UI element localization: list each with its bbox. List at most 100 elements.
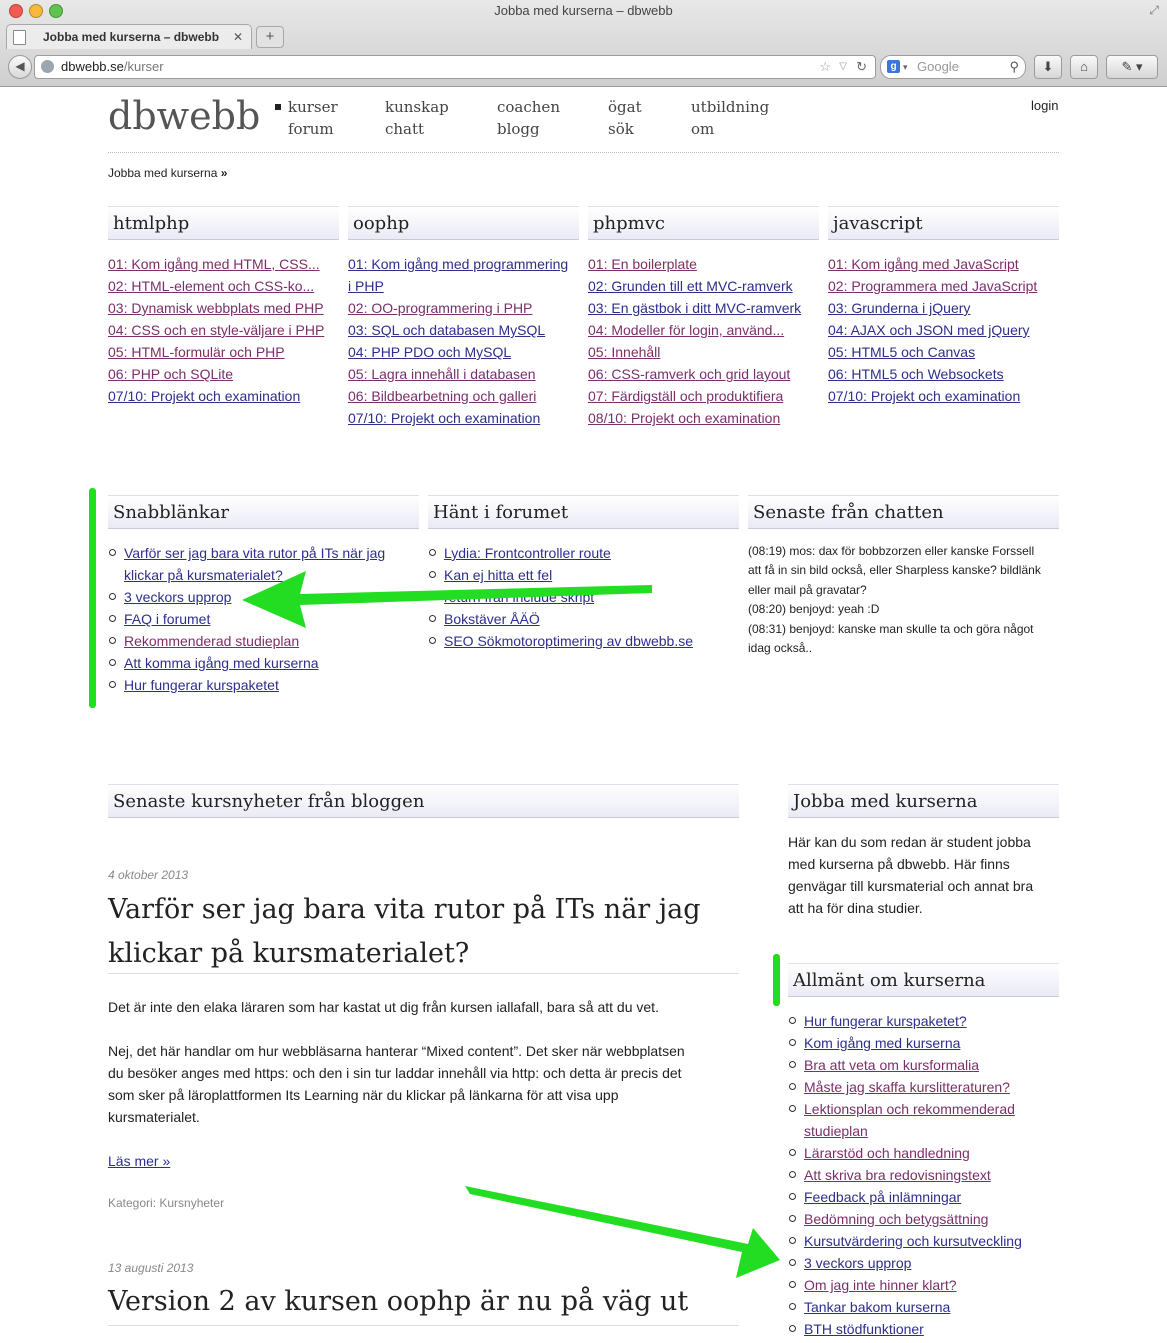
course-link[interactable]: 02: OO-programmering i PHP xyxy=(348,300,532,316)
read-more-link[interactable]: Läs mer » xyxy=(108,1153,170,1169)
sidebar-link-upprop[interactable]: 3 veckors upprop xyxy=(804,1255,911,1271)
sidebar-link[interactable]: Kom igång med kurserna xyxy=(804,1035,960,1051)
quicklink[interactable]: Varför ser jag bara vita rutor på ITs nä… xyxy=(124,545,385,561)
home-button[interactable]: ⌂ xyxy=(1070,55,1098,79)
course-link[interactable]: 01: En boilerplate xyxy=(588,256,697,272)
quicklink[interactable]: Rekommenderad studieplan xyxy=(124,633,299,649)
search-icon[interactable]: ⚲ xyxy=(1009,56,1019,78)
sidebar-link[interactable]: Lärarstöd och handledning xyxy=(804,1145,970,1161)
list-item: Tankar bakom kurserna xyxy=(788,1296,1022,1318)
course-link[interactable]: 01: Kom igång med programmering xyxy=(348,256,568,272)
forum-link[interactable]: SEO Sökmotoroptimering av dbwebb.se xyxy=(444,633,693,649)
post-title[interactable]: Version 2 av kursen oophp är nu på väg u… xyxy=(108,1280,688,1324)
forum-link[interactable]: return från include skript xyxy=(444,589,594,605)
course-link[interactable]: 05: HTML5 och Canvas xyxy=(828,344,975,360)
quicklink[interactable]: Hur fungerar kurspaketet xyxy=(124,677,279,693)
course-link[interactable]: 05: Innehåll xyxy=(588,344,660,360)
course-link[interactable]: 04: CSS och en style-väljare i PHP xyxy=(108,322,324,338)
engine-dropdown-icon[interactable]: ▾ xyxy=(903,56,908,78)
nav-kurser[interactable]: kurser xyxy=(275,96,338,118)
sidebar-link[interactable]: Att skriva bra redovisningstext xyxy=(804,1167,991,1183)
close-tab-icon[interactable]: ✕ xyxy=(233,25,243,49)
sidebar-link[interactable]: Hur fungerar kurspaketet? xyxy=(804,1013,967,1029)
nav-utbildning[interactable]: utbildning xyxy=(691,96,769,118)
course-link[interactable]: 06: Bildbearbetning och galleri xyxy=(348,388,536,404)
site-logo[interactable]: dbwebb xyxy=(108,94,260,138)
course-link[interactable]: i PHP xyxy=(348,278,384,294)
breadcrumb-item[interactable]: Jobba med kurserna xyxy=(108,166,217,180)
download-button[interactable]: ⬇ xyxy=(1034,55,1062,79)
course-link[interactable]: 07/10: Projekt och examination xyxy=(828,388,1020,404)
course-links-htmlphp: 01: Kom igång med HTML, CSS... 02: HTML-… xyxy=(108,253,324,407)
sidebar-link[interactable]: BTH stödfunktioner xyxy=(804,1321,924,1337)
close-window-button[interactable] xyxy=(9,4,23,18)
course-link[interactable]: 05: Lagra innehåll i databasen xyxy=(348,366,536,382)
nav-om[interactable]: om xyxy=(691,118,714,140)
list-item: Lärarstöd och handledning xyxy=(788,1142,1022,1164)
sidebar-link[interactable]: studieplan xyxy=(804,1123,868,1139)
course-link[interactable]: 05: HTML-formulär och PHP xyxy=(108,344,285,360)
sidebar-link[interactable]: Tankar bakom kurserna xyxy=(804,1299,950,1315)
reload-icon[interactable]: ↻ xyxy=(856,56,867,78)
course-link[interactable]: 03: En gästbok i ditt MVC-ramverk xyxy=(588,300,801,316)
nav-forum[interactable]: forum xyxy=(288,118,334,140)
forum-link[interactable]: Bokstäver ÅÄÖ xyxy=(444,611,540,627)
list-item: studieplan xyxy=(788,1120,1022,1142)
post-title[interactable]: Varför ser jag bara vita rutor på ITs nä… xyxy=(108,888,701,976)
sidebar-link[interactable]: Feedback på inlämningar xyxy=(804,1189,961,1205)
browser-tab[interactable]: Jobba med kurserna – dbwebb ✕ xyxy=(6,24,252,49)
google-icon[interactable]: g xyxy=(887,60,900,73)
sidebar-link[interactable]: Måste jag skaffa kurslitteraturen? xyxy=(804,1079,1010,1095)
search-box[interactable]: g ▾ Google ⚲ xyxy=(880,55,1026,79)
quicklink[interactable]: Att komma igång med kurserna xyxy=(124,655,319,671)
nav-chatt[interactable]: chatt xyxy=(385,118,424,140)
course-link[interactable]: 03: Dynamisk webbplats med PHP xyxy=(108,300,324,316)
zoom-window-button[interactable] xyxy=(49,4,63,18)
course-link[interactable]: 07/10: Projekt och examination xyxy=(348,410,540,426)
url-bar[interactable]: dbwebb.se/kurser ☆ ▽ ↻ xyxy=(34,55,876,79)
course-link[interactable]: 06: CSS-ramverk och grid layout xyxy=(588,366,790,382)
course-link[interactable]: 04: PHP PDO och MySQL xyxy=(348,344,511,360)
nav-ogat[interactable]: ögat xyxy=(608,96,642,118)
course-link[interactable]: 04: AJAX och JSON med jQuery xyxy=(828,322,1030,338)
sidebar-link[interactable]: Lektionsplan och rekommenderad xyxy=(804,1101,1015,1117)
back-button[interactable]: ◀ xyxy=(8,55,32,79)
new-tab-button[interactable]: + xyxy=(256,26,284,48)
bookmark-star-icon[interactable]: ☆ xyxy=(819,56,831,78)
course-link[interactable]: 07/10: Projekt och examination xyxy=(108,388,300,404)
course-link[interactable]: 08/10: Projekt och examination xyxy=(588,410,780,426)
course-link[interactable]: 04: Modeller för login, använd... xyxy=(588,322,784,338)
course-link[interactable]: 06: PHP och SQLite xyxy=(108,366,233,382)
tools-button[interactable]: ✎ ▾ xyxy=(1106,55,1158,79)
course-link[interactable]: 02: Grunden till ett MVC-ramverk xyxy=(588,278,793,294)
fullscreen-icon[interactable]: ⤢ xyxy=(1149,3,1159,18)
course-link[interactable]: 02: HTML-element och CSS-ko... xyxy=(108,278,314,294)
list-item: Varför ser jag bara vita rutor på ITs nä… xyxy=(108,542,385,564)
quicklink[interactable]: klickar på kursmaterialet? xyxy=(124,567,283,583)
sidebar-link[interactable]: Bra att veta om kursformalia xyxy=(804,1057,979,1073)
nav-kunskap[interactable]: kunskap xyxy=(385,96,449,118)
quicklink-upprop[interactable]: 3 veckors upprop xyxy=(124,589,231,605)
course-link[interactable]: 01: Kom igång med JavaScript xyxy=(828,256,1019,272)
course-link[interactable]: 06: HTML5 och Websockets xyxy=(828,366,1004,382)
nav-sok[interactable]: sök xyxy=(608,118,634,140)
minimize-window-button[interactable] xyxy=(29,4,43,18)
history-dropdown-icon[interactable]: ▽ xyxy=(839,56,847,78)
forum-link[interactable]: Lydia: Frontcontroller route xyxy=(444,545,611,561)
forum-link[interactable]: Kan ej hitta ett fel xyxy=(444,567,552,583)
annotation-bar xyxy=(89,488,96,708)
course-link[interactable]: 07: Färdigställ och produktifiera xyxy=(588,388,783,404)
login-link[interactable]: login xyxy=(1031,98,1058,113)
nav-blogg[interactable]: blogg xyxy=(497,118,540,140)
course-link[interactable]: 03: Grunderna i jQuery xyxy=(828,300,970,316)
sidebar-link[interactable]: Bedömning och betygsättning xyxy=(804,1211,988,1227)
course-heading-javascript: javascript xyxy=(828,206,1059,240)
nav-coachen[interactable]: coachen xyxy=(497,96,560,118)
course-link[interactable]: 03: SQL och databasen MySQL xyxy=(348,322,545,338)
quicklink[interactable]: FAQ i forumet xyxy=(124,611,210,627)
course-link[interactable]: 02: Programmera med JavaScript xyxy=(828,278,1037,294)
course-links-phpmvc: 01: En boilerplate 02: Grunden till ett … xyxy=(588,253,801,429)
sidebar-link[interactable]: Om jag inte hinner klart? xyxy=(804,1277,957,1293)
sidebar-link[interactable]: Kursutvärdering och kursutveckling xyxy=(804,1233,1022,1249)
course-link[interactable]: 01: Kom igång med HTML, CSS... xyxy=(108,256,320,272)
